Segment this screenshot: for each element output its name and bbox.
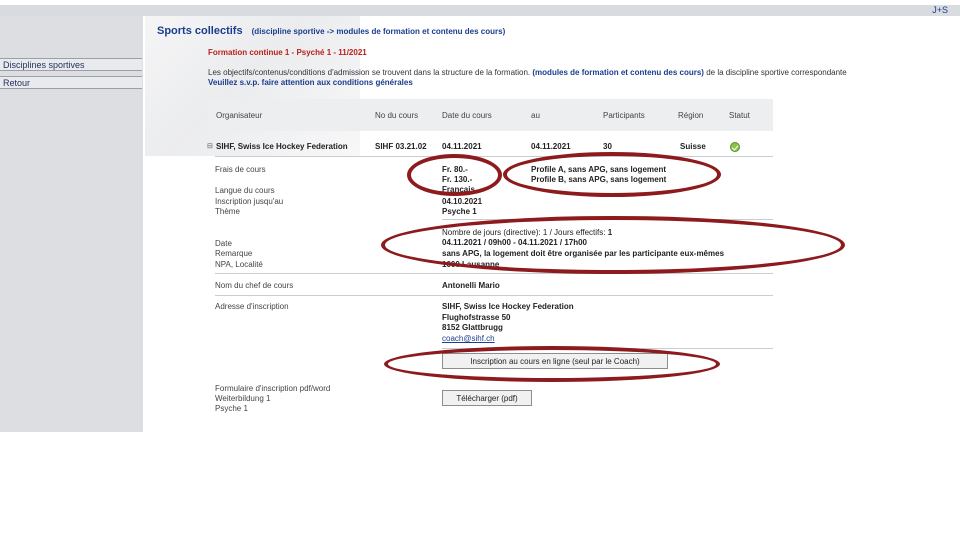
col-participants: Participants xyxy=(603,111,645,120)
label-langue: Langue du cours xyxy=(215,186,275,195)
table-header: Organisateur No du cours Date du cours a… xyxy=(208,99,773,131)
value-frais-2: Fr. 130.- xyxy=(442,175,473,184)
value-profile-b: Profile B, sans APG, sans logement xyxy=(531,175,667,184)
label-inscription: Inscription jusqu'au xyxy=(215,197,284,206)
col-statut: Statut xyxy=(729,111,750,120)
value-nb-jours: Nombre de jours (directive): 1 / Jours e… xyxy=(442,228,613,237)
label-adresse: Adresse d'inscription xyxy=(215,302,289,311)
cell-organisateur: SIHF, Swiss Ice Hockey Federation xyxy=(216,142,348,151)
status-ok-icon xyxy=(730,142,740,152)
label-frais: Frais de cours xyxy=(215,165,266,174)
col-date-cours: Date du cours xyxy=(442,111,492,120)
label-date: Date xyxy=(215,239,232,248)
sidebar: Disciplines sportives Retour xyxy=(0,16,143,432)
divider xyxy=(442,348,773,349)
js-logo: J+S xyxy=(932,5,948,15)
top-bar: J+S xyxy=(0,5,960,16)
sidebar-item-disciplines[interactable]: Disciplines sportives xyxy=(0,58,142,71)
cell-region: Suisse xyxy=(680,142,706,151)
label-remarque: Remarque xyxy=(215,249,253,258)
col-no-cours: No du cours xyxy=(375,111,419,120)
divider xyxy=(215,273,773,274)
value-theme: Psyche 1 xyxy=(442,207,477,216)
email-link[interactable]: coach@sihf.ch xyxy=(442,334,495,343)
col-region: Région xyxy=(678,111,704,120)
cell-date-debut: 04.11.2021 xyxy=(442,142,482,151)
value-profile-a: Profile A, sans APG, sans logement xyxy=(531,165,666,174)
label-formulaire: Formulaire d'inscription pdf/word xyxy=(215,384,331,393)
page-subtitle: (discipline sportive -> modules de forma… xyxy=(251,27,506,36)
value-langue: Français xyxy=(442,185,475,194)
label-theme: Thème xyxy=(215,207,240,216)
value-inscription: 04.10.2021 xyxy=(442,197,483,206)
label-weiterbildung: Weiterbildung 1 xyxy=(215,394,271,403)
info-line: Les objectifs/contenus/conditions d'admi… xyxy=(208,68,847,77)
label-psyche: Psyche 1 xyxy=(215,404,248,413)
value-date: 04.11.2021 / 09h00 - 04.11.2021 / 17h00 xyxy=(442,238,588,247)
sidebar-item-retour[interactable]: Retour xyxy=(0,76,142,89)
main-content: Sports collectifs (discipline sportive -… xyxy=(143,16,960,436)
value-adresse-2: Flughofstrasse 50 xyxy=(442,313,511,322)
cell-no-cours: SIHF 03.21.02 xyxy=(375,142,427,151)
modules-link[interactable]: (modules de formation et contenu des cou… xyxy=(532,68,704,77)
conditions-notice: Veuillez s.v.p. faire attention aux cond… xyxy=(208,78,413,87)
page-title: Sports collectifs (discipline sportive -… xyxy=(157,25,506,37)
course-title: Formation continue 1 - Psyché 1 - 11/202… xyxy=(208,48,367,57)
value-npa: 1000 Lausanne xyxy=(442,260,500,269)
col-organisateur: Organisateur xyxy=(216,111,263,120)
value-adresse-1: SIHF, Swiss Ice Hockey Federation xyxy=(442,302,574,311)
value-remarque: sans APG, la logement doit être organisé… xyxy=(442,249,725,258)
label-chef: Nom du chef de cours xyxy=(215,281,294,290)
cell-date-fin: 04.11.2021 xyxy=(531,142,571,151)
value-adresse-3: 8152 Glattbrugg xyxy=(442,323,503,332)
divider xyxy=(215,156,773,157)
online-inscription-button[interactable]: Inscription au cours en ligne (seul par … xyxy=(442,353,668,369)
label-npa: NPA, Localité xyxy=(215,260,263,269)
collapse-icon[interactable]: ⊟ xyxy=(207,142,213,150)
value-frais-1: Fr. 80.- xyxy=(442,165,468,174)
divider xyxy=(442,219,773,220)
divider xyxy=(215,295,773,296)
value-chef: Antonelli Mario xyxy=(442,281,500,290)
col-au: au xyxy=(531,111,540,120)
cell-participants: 30 xyxy=(603,142,612,151)
download-pdf-button[interactable]: Télécharger (pdf) xyxy=(442,390,532,406)
